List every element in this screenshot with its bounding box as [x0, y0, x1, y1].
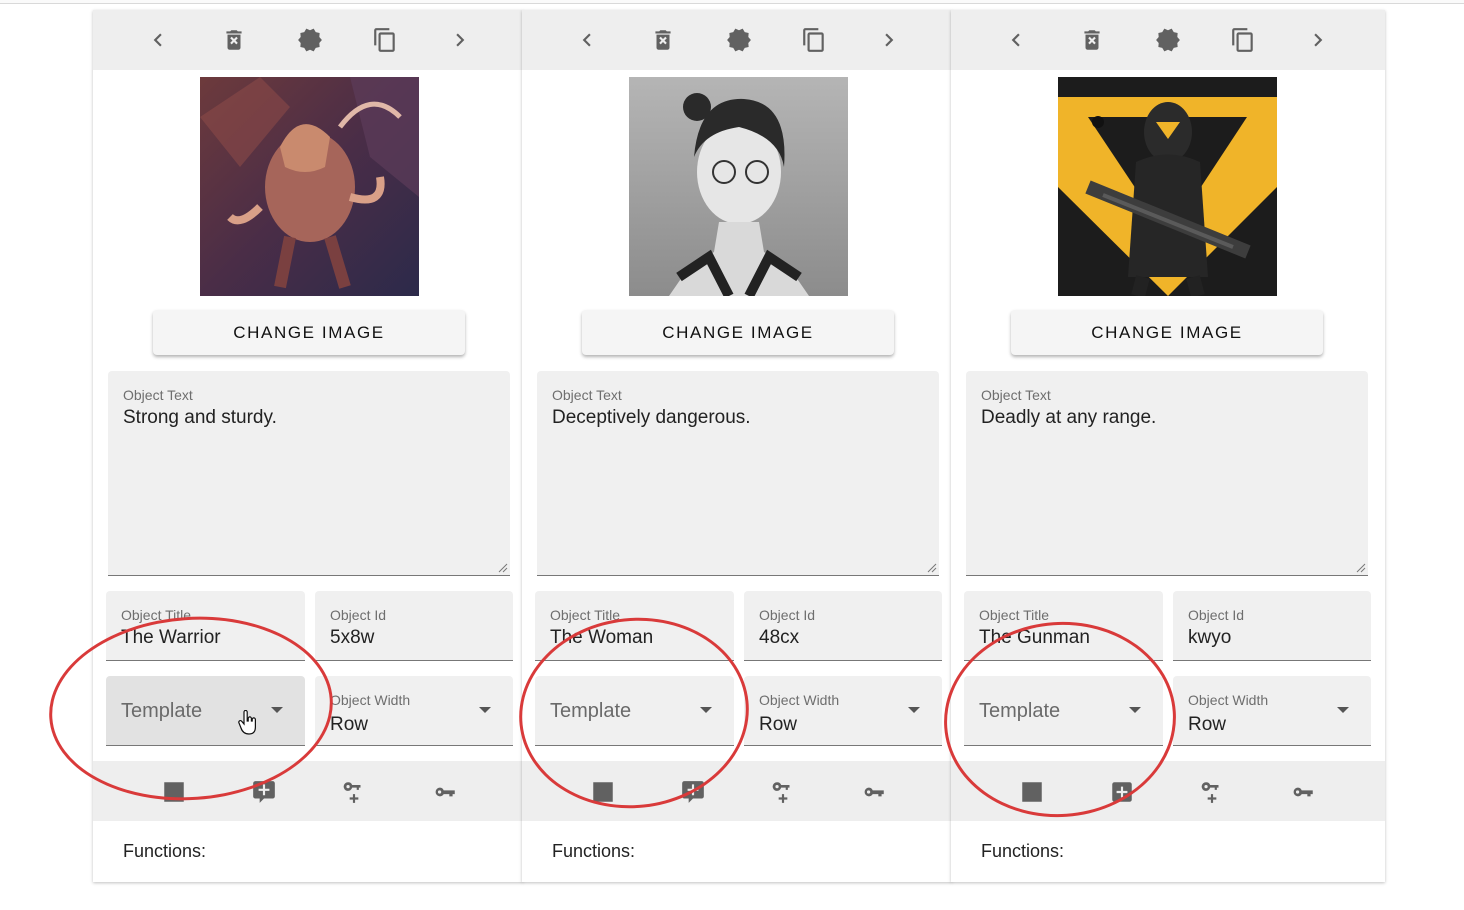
comment-plus-icon[interactable] — [678, 777, 708, 807]
object-card: CHANGE IMAGE Object Text Strong and stur… — [93, 10, 523, 882]
object-text-label: Object Text — [552, 387, 622, 403]
numeric-9-plus-box-icon[interactable] — [588, 777, 618, 807]
card-toolbar — [951, 10, 1385, 70]
object-id-field[interactable]: Object Id 48cx — [744, 591, 942, 661]
object-width-label: Object Width — [759, 692, 840, 708]
dropdown-arrow-icon — [271, 707, 283, 713]
chevron-left-icon[interactable] — [1001, 25, 1031, 55]
object-title-field[interactable]: Object Title The Warrior — [106, 591, 305, 661]
delete-box-icon[interactable] — [1077, 25, 1107, 55]
card-action-bar — [522, 761, 952, 821]
copy-icon[interactable] — [370, 25, 400, 55]
object-id-value[interactable]: 48cx — [759, 627, 799, 649]
chevron-left-icon[interactable] — [143, 25, 173, 55]
card-toolbar — [93, 10, 523, 70]
change-image-button[interactable]: CHANGE IMAGE — [1011, 310, 1323, 355]
chevron-right-icon[interactable] — [1303, 25, 1333, 55]
object-card: CHANGE IMAGE Object Text Deadly at any r… — [951, 10, 1385, 882]
resize-handle-icon[interactable] — [498, 563, 508, 573]
template-select[interactable]: Template — [106, 676, 305, 746]
key-icon[interactable] — [430, 777, 460, 807]
object-image — [200, 77, 419, 296]
card-action-bar — [93, 761, 523, 821]
object-text-value[interactable]: Deadly at any range. — [981, 407, 1156, 429]
hand-cursor-icon — [238, 710, 256, 735]
object-width-select[interactable]: Object Width Row — [1173, 676, 1371, 746]
dropdown-arrow-icon — [1129, 707, 1141, 713]
badge-icon[interactable] — [1153, 25, 1183, 55]
functions-label: Functions: — [123, 841, 207, 861]
object-title-value[interactable]: The Warrior — [121, 627, 221, 649]
object-text-field[interactable]: Object Text Deadly at any range. — [966, 371, 1368, 576]
object-width-select[interactable]: Object Width Row — [315, 676, 513, 746]
object-title-label: Object Title — [979, 607, 1050, 623]
template-placeholder: Template — [979, 700, 1061, 722]
object-image — [1058, 77, 1277, 296]
key-plus-icon[interactable] — [1197, 777, 1227, 807]
chevron-left-icon[interactable] — [572, 25, 602, 55]
copy-icon[interactable] — [799, 25, 829, 55]
object-text-field[interactable]: Object Text Strong and sturdy. — [108, 371, 510, 576]
change-image-button[interactable]: CHANGE IMAGE — [582, 310, 894, 355]
delete-box-icon[interactable] — [219, 25, 249, 55]
object-width-label: Object Width — [1188, 692, 1269, 708]
object-id-field[interactable]: Object Id kwyo — [1173, 591, 1371, 661]
object-width-value: Row — [759, 714, 798, 735]
object-width-value: Row — [330, 714, 369, 735]
card-toolbar — [522, 10, 952, 70]
key-icon[interactable] — [1288, 777, 1318, 807]
change-image-button[interactable]: CHANGE IMAGE — [153, 310, 465, 355]
object-text-field[interactable]: Object Text Deceptively dangerous. — [537, 371, 939, 576]
object-text-label: Object Text — [981, 387, 1051, 403]
delete-box-icon[interactable] — [648, 25, 678, 55]
numeric-9-plus-box-icon[interactable] — [1017, 777, 1047, 807]
dropdown-arrow-icon — [908, 707, 920, 713]
object-title-value[interactable]: The Woman — [550, 627, 653, 649]
object-image — [629, 77, 848, 296]
template-placeholder: Template — [121, 700, 203, 722]
functions-label: Functions: — [981, 841, 1065, 861]
chevron-right-icon[interactable] — [874, 25, 904, 55]
object-id-label: Object Id — [759, 607, 816, 623]
numeric-9-plus-box-icon[interactable] — [159, 777, 189, 807]
object-text-label: Object Text — [123, 387, 193, 403]
object-id-label: Object Id — [330, 607, 387, 623]
comment-plus-icon[interactable] — [249, 777, 279, 807]
object-title-label: Object Title — [121, 607, 192, 623]
object-width-select[interactable]: Object Width Row — [744, 676, 942, 746]
object-text-value[interactable]: Deceptively dangerous. — [552, 407, 751, 429]
dropdown-arrow-icon — [1337, 707, 1349, 713]
object-title-field[interactable]: Object Title The Gunman — [964, 591, 1163, 661]
object-width-value: Row — [1188, 714, 1227, 735]
object-id-value[interactable]: kwyo — [1188, 627, 1231, 649]
object-id-field[interactable]: Object Id 5x8w — [315, 591, 513, 661]
resize-handle-icon[interactable] — [927, 563, 937, 573]
object-id-value[interactable]: 5x8w — [330, 627, 374, 649]
dropdown-arrow-icon — [700, 707, 712, 713]
template-select[interactable]: Template — [964, 676, 1163, 746]
template-select[interactable]: Template — [535, 676, 734, 746]
object-text-value[interactable]: Strong and sturdy. — [123, 407, 277, 429]
object-title-value[interactable]: The Gunman — [979, 627, 1090, 649]
browser-top-edge — [0, 0, 1464, 4]
badge-icon[interactable] — [295, 25, 325, 55]
cards-container: CHANGE IMAGE Object Text Strong and stur… — [93, 10, 1385, 882]
plus-box-icon[interactable] — [1107, 777, 1137, 807]
object-title-label: Object Title — [550, 607, 621, 623]
chevron-right-icon[interactable] — [445, 25, 475, 55]
copy-icon[interactable] — [1228, 25, 1258, 55]
key-plus-icon[interactable] — [768, 777, 798, 807]
object-title-field[interactable]: Object Title The Woman — [535, 591, 734, 661]
card-action-bar — [951, 761, 1385, 821]
object-width-label: Object Width — [330, 692, 411, 708]
resize-handle-icon[interactable] — [1356, 563, 1366, 573]
badge-icon[interactable] — [724, 25, 754, 55]
object-id-label: Object Id — [1188, 607, 1245, 623]
template-placeholder: Template — [550, 700, 632, 722]
object-card: CHANGE IMAGE Object Text Deceptively dan… — [522, 10, 952, 882]
key-icon[interactable] — [859, 777, 889, 807]
key-plus-icon[interactable] — [339, 777, 369, 807]
functions-label: Functions: — [552, 841, 636, 861]
dropdown-arrow-icon — [479, 707, 491, 713]
